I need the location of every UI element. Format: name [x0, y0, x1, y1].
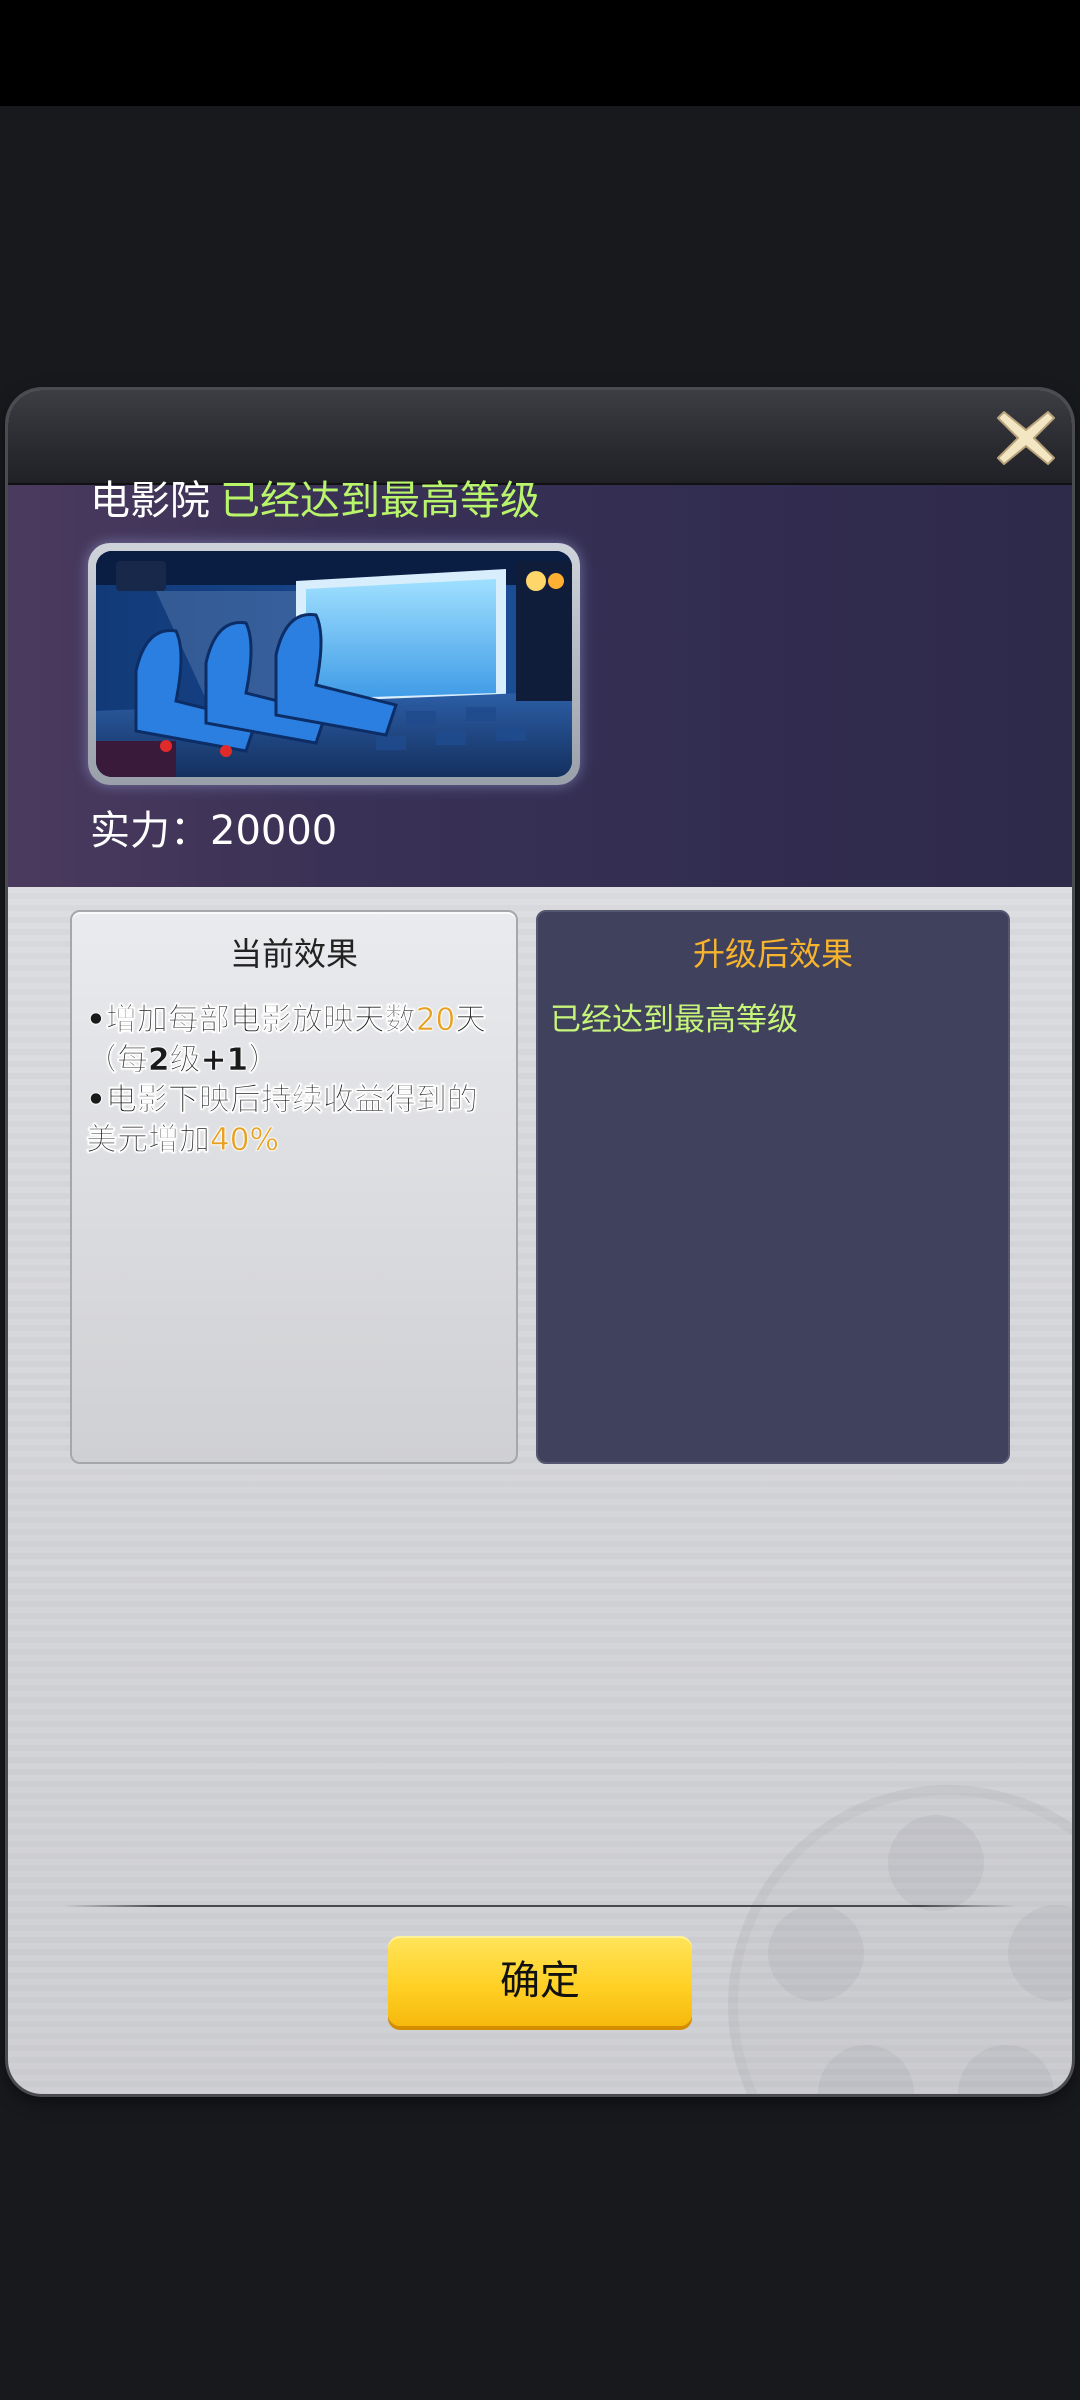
next-effect-title: 升级后效果	[692, 935, 853, 973]
building-title: 电影院 已经达到最高等级	[90, 477, 540, 525]
effect-show-days: •增加每部电影放映天数20天（每2级+1）	[86, 1000, 506, 1080]
divider	[64, 1905, 1016, 1907]
next-effect-text: 已经达到最高等级	[550, 1002, 798, 1038]
current-effect-panel: 当前效果 •增加每部电影放映天数20天（每2级+1） •电影下映后持续收益得到的…	[70, 910, 518, 1464]
current-effect-list: •增加每部电影放映天数20天（每2级+1） •电影下映后持续收益得到的美元增加4…	[86, 1000, 506, 1160]
dialog-header	[8, 390, 1072, 485]
building-thumbnail-frame	[88, 543, 580, 785]
building-info-dialog: 电影院 已经达到最高等级 实力：20000 当前效果 •增加每部电影放映天数20…	[8, 390, 1072, 2094]
power-value: 20000	[210, 808, 338, 854]
cinema-thumbnail	[96, 551, 572, 777]
power-line: 实力：20000	[90, 807, 337, 855]
building-name: 电影院	[90, 478, 210, 524]
max-level-status: 已经达到最高等级	[220, 478, 540, 524]
building-banner: 电影院 已经达到最高等级 实力：20000	[8, 478, 1072, 887]
current-effect-title: 当前效果	[229, 935, 358, 973]
close-icon	[997, 411, 1055, 465]
effect-income-bonus-value: 40%	[210, 1122, 279, 1159]
power-label: 实力：	[90, 808, 210, 854]
status-bar	[0, 0, 1080, 106]
effect-show-days-value: 20	[415, 1002, 456, 1039]
close-button[interactable]	[994, 406, 1058, 470]
next-effect-panel: 升级后效果 已经达到最高等级	[536, 910, 1010, 1464]
confirm-button[interactable]: 确定	[388, 1936, 692, 2026]
effect-income-bonus: •电影下映后持续收益得到的美元增加40%	[86, 1080, 506, 1160]
effect-income-bonus-text: •电影下映后持续收益得到的美元增加	[86, 1082, 478, 1159]
effect-show-days-text: •增加每部电影放映天数	[86, 1002, 416, 1039]
